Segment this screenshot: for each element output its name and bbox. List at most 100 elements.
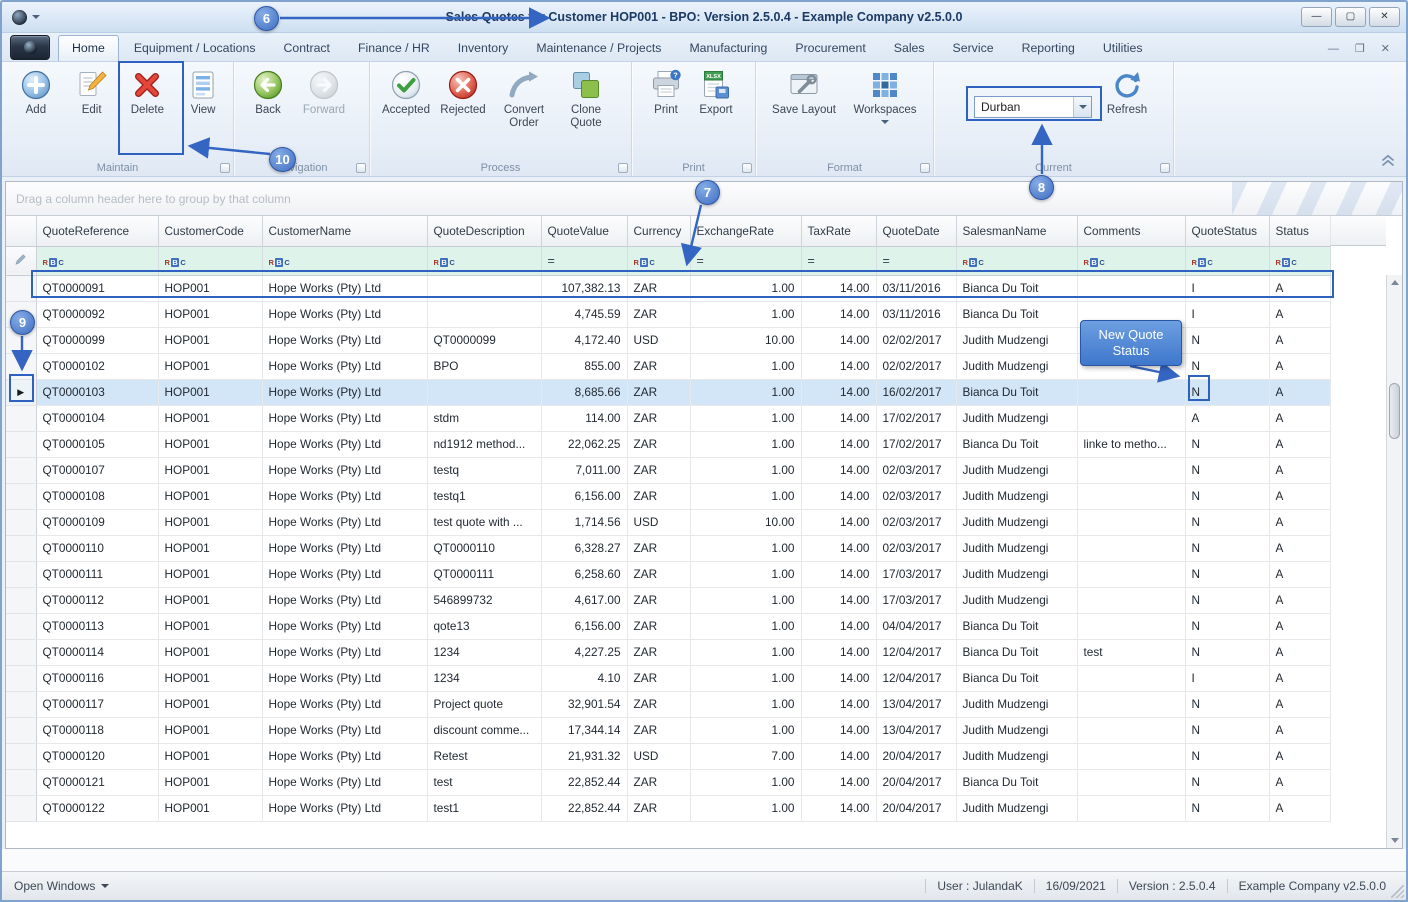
scroll-thumb[interactable]: [1389, 383, 1400, 439]
delete-button[interactable]: Delete: [120, 65, 176, 117]
cell-exchangerate[interactable]: 1.00: [690, 613, 801, 639]
cell-salesmanname[interactable]: Judith Mudzengi: [956, 535, 1077, 561]
cell-customername[interactable]: Hope Works (Pty) Ltd: [262, 301, 427, 327]
cell-comments[interactable]: [1077, 483, 1185, 509]
cell-salesmanname[interactable]: Judith Mudzengi: [956, 743, 1077, 769]
cell-comments[interactable]: [1077, 743, 1185, 769]
vertical-scrollbar[interactable]: [1386, 275, 1402, 848]
cell-customercode[interactable]: HOP001: [158, 327, 262, 353]
cell-customercode[interactable]: HOP001: [158, 353, 262, 379]
quote-row-QT0000107[interactable]: QT0000107HOP001Hope Works (Pty) Ltdtestq…: [6, 457, 1330, 483]
cell-salesmanname[interactable]: Judith Mudzengi: [956, 795, 1077, 821]
cell-quotestatus[interactable]: I: [1185, 275, 1269, 301]
cell-currency[interactable]: USD: [627, 743, 690, 769]
cell-customercode[interactable]: HOP001: [158, 795, 262, 821]
cell-salesmanname[interactable]: Judith Mudzengi: [956, 353, 1077, 379]
dialog-launcher-icon[interactable]: [742, 163, 752, 173]
cell-quotereference[interactable]: QT0000114: [36, 639, 158, 665]
open-windows-button[interactable]: Open Windows: [2, 879, 109, 893]
cell-taxrate[interactable]: 14.00: [801, 691, 876, 717]
cell-quotedate[interactable]: 17/03/2017: [876, 561, 956, 587]
cell-quotereference[interactable]: QT0000118: [36, 717, 158, 743]
cell-salesmanname[interactable]: Bianca Du Toit: [956, 769, 1077, 795]
cell-quotereference[interactable]: QT0000109: [36, 509, 158, 535]
cell-salesmanname[interactable]: Bianca Du Toit: [956, 613, 1077, 639]
cell-comments[interactable]: [1077, 795, 1185, 821]
column-header-comments[interactable]: Comments: [1077, 216, 1185, 246]
cell-status[interactable]: A: [1269, 639, 1330, 665]
cell-customername[interactable]: Hope Works (Pty) Ltd: [262, 795, 427, 821]
cell-currency[interactable]: ZAR: [627, 431, 690, 457]
save-layout-button[interactable]: Save Layout: [764, 65, 844, 117]
quote-row-QT0000091[interactable]: QT0000091HOP001Hope Works (Pty) Ltd107,3…: [6, 275, 1330, 301]
cell-customercode[interactable]: HOP001: [158, 743, 262, 769]
cell-comments[interactable]: linke to metho...: [1077, 431, 1185, 457]
cell-quotereference[interactable]: QT0000103: [36, 379, 158, 405]
cell-status[interactable]: A: [1269, 483, 1330, 509]
quote-row-QT0000105[interactable]: QT0000105HOP001Hope Works (Pty) Ltdnd191…: [6, 431, 1330, 457]
tab-finance-hr[interactable]: Finance / HR: [345, 36, 443, 61]
cell-currency[interactable]: ZAR: [627, 457, 690, 483]
cell-customercode[interactable]: HOP001: [158, 483, 262, 509]
cell-quotedate[interactable]: 17/02/2017: [876, 405, 956, 431]
cell-exchangerate[interactable]: 1.00: [690, 769, 801, 795]
cell-customercode[interactable]: HOP001: [158, 691, 262, 717]
column-header-quotereference[interactable]: QuoteReference: [36, 216, 158, 246]
cell-quotestatus[interactable]: N: [1185, 613, 1269, 639]
forward-button[interactable]: Forward: [294, 65, 354, 117]
column-header-quotedescription[interactable]: QuoteDescription: [427, 216, 541, 246]
convert-order-button[interactable]: Convert Order: [492, 65, 556, 130]
quote-row-QT0000114[interactable]: QT0000114HOP001Hope Works (Pty) Ltd12344…: [6, 639, 1330, 665]
cell-quotevalue[interactable]: 4,172.40: [541, 327, 627, 353]
cell-quotestatus[interactable]: N: [1185, 691, 1269, 717]
cell-quotevalue[interactable]: 21,931.32: [541, 743, 627, 769]
quote-row-QT0000092[interactable]: QT0000092HOP001Hope Works (Pty) Ltd4,745…: [6, 301, 1330, 327]
cell-customername[interactable]: Hope Works (Pty) Ltd: [262, 561, 427, 587]
cell-customername[interactable]: Hope Works (Pty) Ltd: [262, 587, 427, 613]
cell-quotevalue[interactable]: 6,258.60: [541, 561, 627, 587]
cell-currency[interactable]: ZAR: [627, 275, 690, 301]
cell-currency[interactable]: ZAR: [627, 587, 690, 613]
back-button[interactable]: Back: [242, 65, 294, 117]
maximize-button[interactable]: ▢: [1335, 7, 1366, 27]
quote-row-QT0000104[interactable]: QT0000104HOP001Hope Works (Pty) Ltdstdm1…: [6, 405, 1330, 431]
quote-row-QT0000120[interactable]: QT0000120HOP001Hope Works (Pty) LtdRetes…: [6, 743, 1330, 769]
cell-quotedescription[interactable]: qote13: [427, 613, 541, 639]
cell-customername[interactable]: Hope Works (Pty) Ltd: [262, 457, 427, 483]
tab-contract[interactable]: Contract: [271, 36, 343, 61]
quote-row-QT0000118[interactable]: QT0000118HOP001Hope Works (Pty) Ltddisco…: [6, 717, 1330, 743]
workspaces-button[interactable]: Workspaces: [844, 65, 926, 124]
cell-currency[interactable]: ZAR: [627, 613, 690, 639]
cell-customercode[interactable]: HOP001: [158, 457, 262, 483]
cell-taxrate[interactable]: 14.00: [801, 535, 876, 561]
cell-quotereference[interactable]: QT0000092: [36, 301, 158, 327]
tab-home[interactable]: Home: [58, 35, 119, 61]
cell-quotedate[interactable]: 03/11/2016: [876, 301, 956, 327]
cell-quotevalue[interactable]: 22,852.44: [541, 769, 627, 795]
cell-quotedate[interactable]: 12/04/2017: [876, 665, 956, 691]
column-header-exchangerate[interactable]: ExchangeRate: [690, 216, 801, 246]
cell-exchangerate[interactable]: 1.00: [690, 353, 801, 379]
cell-quotevalue[interactable]: 22,062.25: [541, 431, 627, 457]
tab-sales[interactable]: Sales: [881, 36, 938, 61]
quote-row-QT0000117[interactable]: QT0000117HOP001Hope Works (Pty) LtdProje…: [6, 691, 1330, 717]
quote-row-QT0000108[interactable]: QT0000108HOP001Hope Works (Pty) Ltdtestq…: [6, 483, 1330, 509]
cell-salesmanname[interactable]: Judith Mudzengi: [956, 561, 1077, 587]
cell-status[interactable]: A: [1269, 457, 1330, 483]
column-header-taxrate[interactable]: TaxRate: [801, 216, 876, 246]
mdi-close-button[interactable]: ✕: [1381, 42, 1390, 55]
cell-quotedescription[interactable]: Project quote: [427, 691, 541, 717]
cell-taxrate[interactable]: 14.00: [801, 795, 876, 821]
cell-comments[interactable]: [1077, 769, 1185, 795]
cell-quotevalue[interactable]: 6,156.00: [541, 613, 627, 639]
cell-customername[interactable]: Hope Works (Pty) Ltd: [262, 405, 427, 431]
cell-exchangerate[interactable]: 1.00: [690, 379, 801, 405]
workspaces-dropdown-icon[interactable]: [881, 120, 889, 124]
cell-quotedate[interactable]: 13/04/2017: [876, 691, 956, 717]
cell-quotevalue[interactable]: 32,901.54: [541, 691, 627, 717]
cell-customername[interactable]: Hope Works (Pty) Ltd: [262, 639, 427, 665]
column-header-customercode[interactable]: CustomerCode: [158, 216, 262, 246]
mdi-minimize-button[interactable]: —: [1328, 43, 1339, 55]
cell-comments[interactable]: [1077, 665, 1185, 691]
cell-comments[interactable]: [1077, 379, 1185, 405]
